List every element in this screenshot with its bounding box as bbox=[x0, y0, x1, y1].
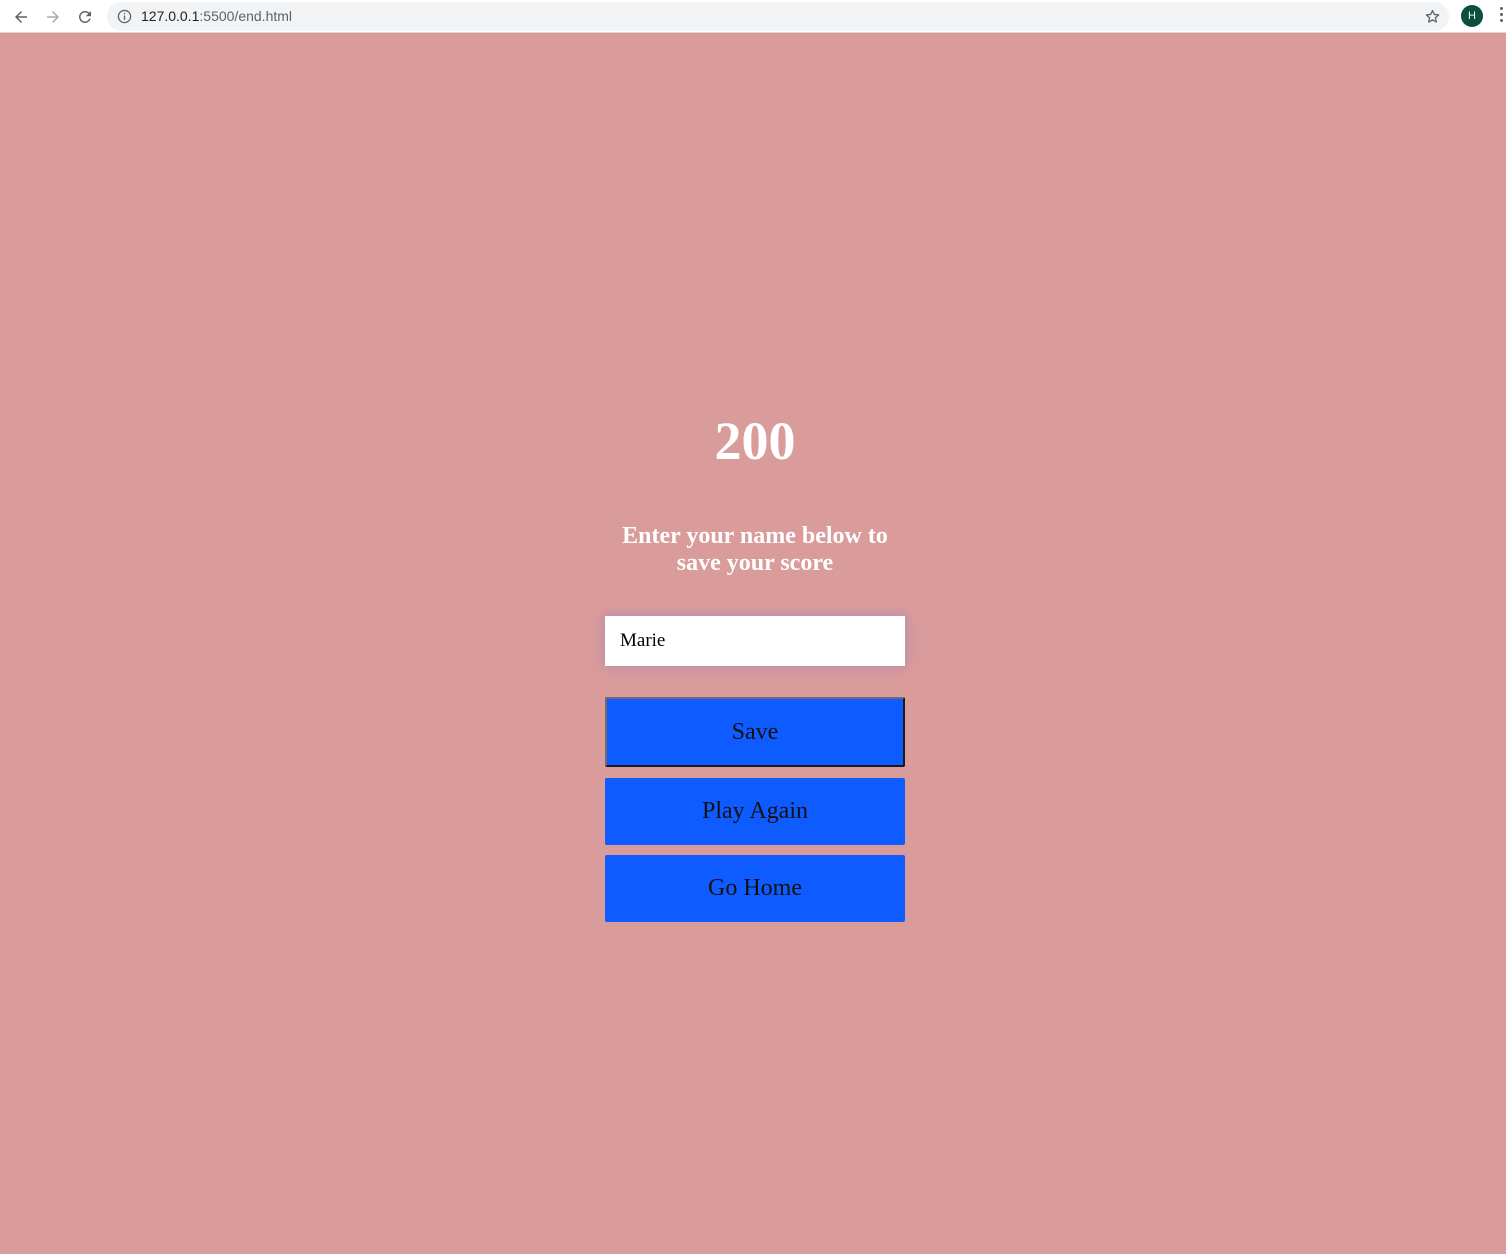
url-path: :5500/end.html bbox=[199, 8, 293, 24]
username-input[interactable] bbox=[605, 616, 905, 666]
bookmark-star-icon[interactable] bbox=[1424, 8, 1441, 25]
save-score-prompt: Enter your name below to save your score bbox=[605, 523, 905, 577]
prompt-line-1: Enter your name below to bbox=[622, 523, 888, 549]
forward-icon[interactable] bbox=[42, 6, 64, 28]
url-text: 127.0.0.1:5500/end.html bbox=[141, 2, 292, 31]
url-host: 127.0.0.1 bbox=[141, 8, 200, 24]
reload-icon[interactable] bbox=[74, 6, 96, 28]
browser-toolbar: 127.0.0.1:5500/end.html H bbox=[0, 0, 1506, 33]
end-screen: 200 Enter your name below to save your s… bbox=[605, 405, 905, 922]
profile-avatar[interactable]: H bbox=[1461, 5, 1483, 27]
prompt-line-2: save your score bbox=[676, 550, 834, 576]
save-button[interactable]: Save bbox=[605, 697, 905, 767]
info-icon[interactable] bbox=[117, 9, 132, 24]
go-home-button[interactable]: Go Home bbox=[605, 855, 905, 922]
back-icon[interactable] bbox=[10, 6, 32, 28]
menu-kebab-icon[interactable] bbox=[1497, 7, 1506, 27]
final-score: 200 bbox=[714, 411, 796, 471]
address-bar[interactable]: 127.0.0.1:5500/end.html bbox=[107, 2, 1449, 31]
play-again-button[interactable]: Play Again bbox=[605, 778, 905, 845]
